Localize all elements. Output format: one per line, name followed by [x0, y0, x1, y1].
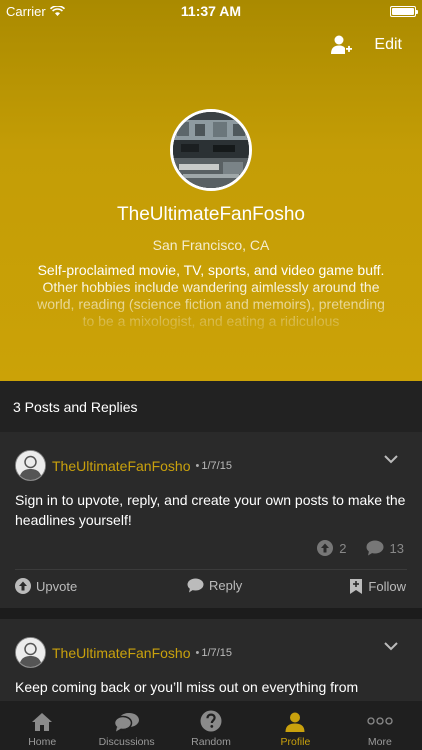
author-avatar[interactable]: [15, 637, 46, 668]
profile-username: TheUltimateFanFosho: [117, 204, 305, 225]
header-actions: Edit: [330, 34, 402, 56]
profile-photo: [173, 112, 249, 188]
tab-more[interactable]: More: [338, 701, 422, 750]
reply-label: Reply: [209, 578, 243, 593]
profile-location: San Francisco, CA: [152, 237, 270, 253]
tab-label: Profile: [280, 736, 311, 748]
separator-dot: •: [195, 459, 200, 472]
upvote-label: Upvote: [36, 578, 78, 594]
post-stats: 2 13: [317, 540, 404, 556]
follow-button[interactable]: Follow: [349, 578, 406, 595]
upvote-count: 2: [339, 540, 347, 556]
tab-home[interactable]: Home: [0, 701, 84, 750]
divider: [15, 569, 407, 570]
post-header: TheUltimateFanFosho • 1/7/15: [15, 450, 232, 481]
edit-button[interactable]: Edit: [374, 36, 402, 54]
default-avatar-icon: [16, 451, 45, 480]
profile-bio: Self-proclaimed movie, TV, sports, and v…: [37, 262, 385, 329]
default-avatar-icon: [16, 638, 45, 667]
separator-dot: •: [195, 646, 200, 659]
bookmark-plus-icon: [350, 579, 363, 594]
comment-count-icon: [366, 540, 384, 556]
comment-count: 13: [389, 540, 404, 556]
post-actions: Upvote Reply Follow: [0, 578, 422, 600]
upvote-icon: [15, 578, 31, 594]
home-icon: [32, 713, 53, 731]
upvote-button[interactable]: Upvote: [15, 578, 77, 594]
tab-label: Random: [191, 736, 231, 748]
chevron-down-icon[interactable]: [384, 641, 398, 651]
tab-bar: Home Discussions Random Profile More: [0, 700, 422, 750]
reply-button[interactable]: Reply: [187, 578, 242, 593]
post-header: TheUltimateFanFosho • 1/7/15: [15, 637, 232, 668]
question-icon: [200, 710, 222, 732]
chat-bubbles-icon: [113, 713, 139, 732]
tab-label: More: [367, 736, 392, 748]
posts-count: 3 Posts and Replies: [0, 381, 422, 432]
post-author[interactable]: TheUltimateFanFosho: [52, 458, 191, 474]
tab-profile[interactable]: Profile: [253, 701, 337, 750]
upvote-count-icon: [317, 540, 334, 556]
tab-random[interactable]: Random: [169, 701, 253, 750]
status-bar: Carrier 11:37 AM: [0, 0, 422, 22]
tab-discussions[interactable]: Discussions: [84, 701, 168, 750]
post-author[interactable]: TheUltimateFanFosho: [52, 645, 191, 661]
post-body: Sign in to upvote, reply, and create you…: [15, 492, 406, 528]
author-avatar[interactable]: [15, 450, 46, 481]
post-body: Keep coming back or you’ll miss out on e…: [15, 679, 359, 695]
post-card[interactable]: TheUltimateFanFosho • 1/7/15 Keep coming…: [0, 619, 422, 700]
person-icon: [285, 712, 305, 732]
post-date: 1/7/15: [201, 459, 232, 472]
battery-fill: [392, 7, 414, 15]
profile-header: Edit TheUltimateFanFosho San Francisco, …: [0, 0, 422, 381]
profile-avatar[interactable]: [170, 109, 252, 191]
tab-label: Discussions: [98, 736, 155, 748]
tab-label: Home: [28, 736, 57, 748]
chevron-down-icon[interactable]: [384, 454, 398, 464]
more-dots-icon: [367, 717, 393, 725]
add-user-icon[interactable]: [330, 34, 353, 56]
post-date: 1/7/15: [201, 646, 232, 659]
post-card[interactable]: TheUltimateFanFosho • 1/7/15 Sign in to …: [0, 432, 422, 608]
battery-icon: [390, 5, 418, 17]
follow-label: Follow: [368, 579, 406, 594]
wifi-icon: [49, 5, 65, 16]
carrier-label: Carrier: [6, 3, 46, 19]
reply-icon: [187, 578, 204, 593]
